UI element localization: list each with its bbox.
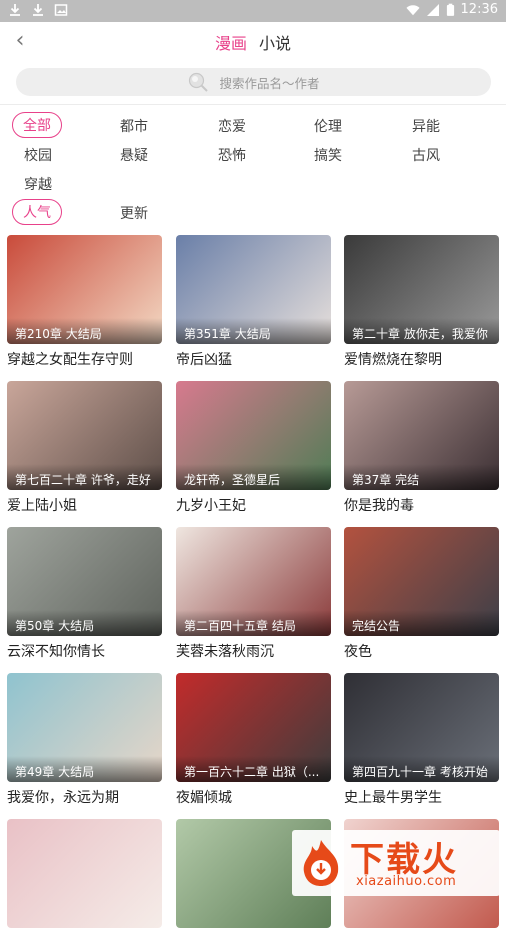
book-card[interactable]: 第210章 大结局穿越之女配生存守则 bbox=[7, 235, 162, 369]
download-icon bbox=[8, 3, 22, 17]
book-cover[interactable]: 第210章 大结局 bbox=[7, 235, 162, 344]
flame-logo-icon bbox=[298, 838, 344, 888]
book-title[interactable]: 你是我的毒 bbox=[344, 495, 499, 515]
watermark: 下载火 xiazaihuo.com bbox=[292, 830, 500, 896]
book-card[interactable]: 完结公告夜色 bbox=[344, 527, 499, 661]
latest-chapter: 第210章 大结局 bbox=[7, 318, 162, 344]
book-title[interactable]: 云深不知你情长 bbox=[7, 641, 162, 661]
book-title[interactable]: 穿越之女配生存守则 bbox=[7, 349, 162, 369]
genre-item[interactable]: 都市 bbox=[120, 116, 148, 136]
book-cover[interactable]: 第351章 大结局 bbox=[176, 235, 331, 344]
genre-row: 全部 都市 恋爱 伦理 异能 bbox=[12, 112, 492, 141]
image-icon bbox=[54, 3, 68, 17]
genre-row: 穿越 bbox=[12, 170, 492, 199]
book-cover[interactable]: 第50章 大结局 bbox=[7, 527, 162, 636]
genre-item[interactable]: 恋爱 bbox=[218, 116, 246, 136]
book-cover[interactable]: 龙轩帝，圣德星后 bbox=[176, 381, 331, 490]
search-bar[interactable]: 搜索作品名～作者 bbox=[16, 68, 491, 96]
book-cover[interactable]: 第一百六十二章 出狱（... bbox=[176, 673, 331, 782]
book-card[interactable]: 第一百六十二章 出狱（... 夜媚倾城 bbox=[176, 673, 331, 807]
book-title[interactable]: 夜色 bbox=[344, 641, 499, 661]
tab-novel[interactable]: 小说 bbox=[259, 30, 291, 54]
sort-updated[interactable]: 更新 bbox=[120, 203, 148, 223]
book-card[interactable]: 第37章 完结你是我的毒 bbox=[344, 381, 499, 515]
sort-row: 人气 更新 bbox=[12, 199, 492, 228]
tab-manga[interactable]: 漫画 bbox=[215, 30, 247, 54]
book-title[interactable]: 帝后凶猛 bbox=[176, 349, 331, 369]
battery-icon bbox=[446, 3, 455, 17]
latest-chapter: 第二十章 放你走，我爱你 bbox=[344, 318, 499, 344]
genre-item[interactable]: 伦理 bbox=[314, 116, 342, 136]
book-cover[interactable]: 完结公告 bbox=[344, 527, 499, 636]
book-card[interactable]: 第351章 大结局帝后凶猛 bbox=[176, 235, 331, 369]
book-title[interactable]: 爱上陆小姐 bbox=[7, 495, 162, 515]
watermark-url: xiazaihuo.com bbox=[356, 874, 456, 889]
header: ‹ 漫画 小说 bbox=[0, 22, 506, 62]
book-cover[interactable] bbox=[7, 819, 162, 928]
search-icon bbox=[187, 71, 209, 93]
wifi-icon bbox=[406, 3, 420, 17]
divider bbox=[0, 104, 506, 105]
latest-chapter: 第四百九十一章 考核开始 bbox=[344, 756, 499, 782]
latest-chapter: 龙轩帝，圣德星后 bbox=[176, 464, 331, 490]
category-tabs: 漫画 小说 bbox=[0, 30, 506, 54]
book-title[interactable]: 九岁小王妃 bbox=[176, 495, 331, 515]
download-icon bbox=[31, 3, 45, 17]
status-bar: 12:36 bbox=[0, 0, 506, 22]
genre-item[interactable]: 校园 bbox=[24, 145, 52, 165]
filter-panel: 全部 都市 恋爱 伦理 异能 校园 悬疑 恐怖 搞笑 古风 穿越 人气 更新 bbox=[12, 112, 492, 228]
latest-chapter: 第351章 大结局 bbox=[176, 318, 331, 344]
genre-item[interactable]: 穿越 bbox=[24, 174, 52, 194]
latest-chapter: 完结公告 bbox=[344, 610, 499, 636]
book-cover[interactable]: 第49章 大结局 bbox=[7, 673, 162, 782]
book-card[interactable] bbox=[7, 819, 162, 928]
book-card[interactable]: 第50章 大结局云深不知你情长 bbox=[7, 527, 162, 661]
genre-all[interactable]: 全部 bbox=[12, 112, 62, 138]
signal-icon bbox=[426, 3, 440, 17]
book-cover[interactable]: 第二十章 放你走，我爱你 bbox=[344, 235, 499, 344]
sort-popular[interactable]: 人气 bbox=[12, 199, 62, 225]
clock: 12:36 bbox=[461, 2, 498, 17]
book-title[interactable]: 史上最牛男学生 bbox=[344, 787, 499, 807]
book-card[interactable]: 第49章 大结局我爱你，永远为期 bbox=[7, 673, 162, 807]
genre-item[interactable]: 恐怖 bbox=[218, 145, 246, 165]
genre-item[interactable]: 悬疑 bbox=[120, 145, 148, 165]
book-title[interactable]: 芙蓉未落秋雨沉 bbox=[176, 641, 331, 661]
genre-item[interactable]: 异能 bbox=[412, 116, 440, 136]
book-card[interactable]: 第二百四十五章 结局芙蓉未落秋雨沉 bbox=[176, 527, 331, 661]
book-card[interactable]: 第四百九十一章 考核开始史上最牛男学生 bbox=[344, 673, 499, 807]
genre-item[interactable]: 古风 bbox=[412, 145, 440, 165]
book-card[interactable]: 第二十章 放你走，我爱你爱情燃烧在黎明 bbox=[344, 235, 499, 369]
latest-chapter: 第49章 大结局 bbox=[7, 756, 162, 782]
book-card[interactable]: 龙轩帝，圣德星后九岁小王妃 bbox=[176, 381, 331, 515]
book-cover[interactable]: 第37章 完结 bbox=[344, 381, 499, 490]
book-cover[interactable]: 第四百九十一章 考核开始 bbox=[344, 673, 499, 782]
latest-chapter: 第一百六十二章 出狱（... bbox=[176, 756, 331, 782]
genre-row: 校园 悬疑 恐怖 搞笑 古风 bbox=[12, 141, 492, 170]
book-title[interactable]: 爱情燃烧在黎明 bbox=[344, 349, 499, 369]
search-input[interactable]: 搜索作品名～作者 bbox=[219, 73, 319, 92]
book-cover[interactable]: 第二百四十五章 结局 bbox=[176, 527, 331, 636]
notification-icons bbox=[8, 3, 68, 17]
latest-chapter: 第二百四十五章 结局 bbox=[176, 610, 331, 636]
book-title[interactable]: 我爱你，永远为期 bbox=[7, 787, 162, 807]
latest-chapter: 第七百二十章 许爷，走好 bbox=[7, 464, 162, 490]
latest-chapter: 第50章 大结局 bbox=[7, 610, 162, 636]
book-title[interactable]: 夜媚倾城 bbox=[176, 787, 331, 807]
book-cover[interactable]: 第七百二十章 许爷，走好 bbox=[7, 381, 162, 490]
book-card[interactable]: 第七百二十章 许爷，走好爱上陆小姐 bbox=[7, 381, 162, 515]
genre-item[interactable]: 搞笑 bbox=[314, 145, 342, 165]
latest-chapter: 第37章 完结 bbox=[344, 464, 499, 490]
